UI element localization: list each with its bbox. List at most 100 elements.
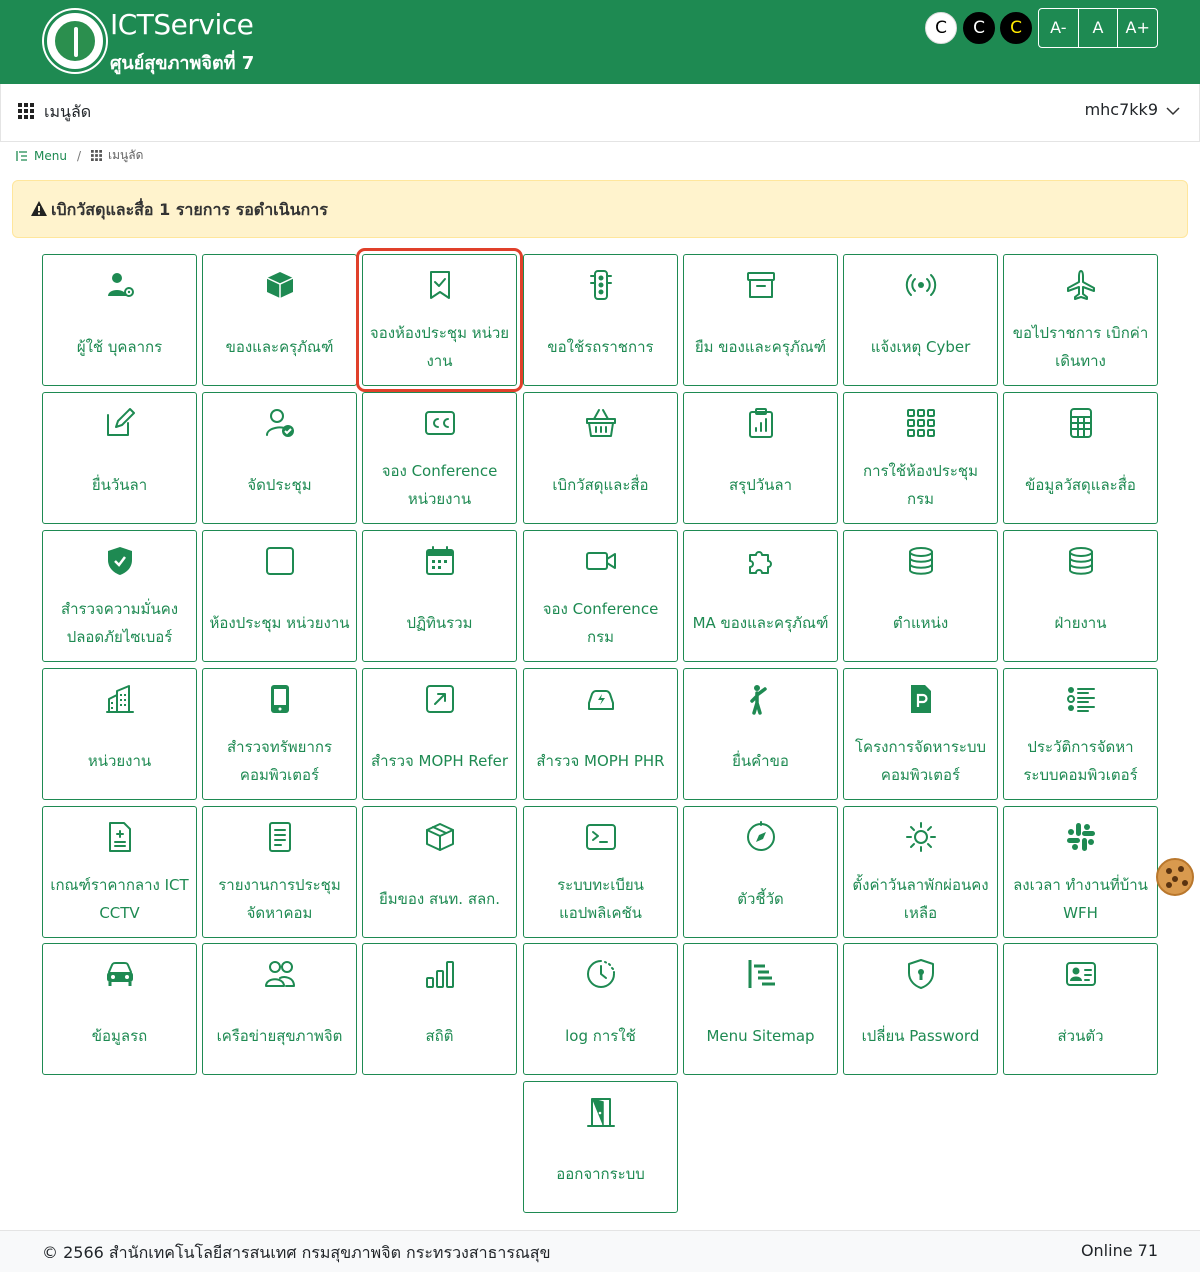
menu-tile[interactable]: จัดประชุม: [202, 392, 357, 524]
menu-tile[interactable]: การใช้ห้องประชุม กรม: [843, 392, 998, 524]
menu-tile[interactable]: ยื่นคำขอ: [683, 668, 838, 800]
font-increase-button[interactable]: A+: [1118, 9, 1157, 47]
menu-tile[interactable]: สถิติ: [362, 943, 517, 1075]
menu-tile[interactable]: จอง Conference หน่วยงาน: [362, 392, 517, 524]
user-check-icon: [266, 409, 294, 437]
square-icon: [266, 547, 294, 575]
menu-tile[interactable]: Menu Sitemap: [683, 943, 838, 1075]
menu-tile[interactable]: โครงการจัดหาระบบคอมพิวเตอร์: [843, 668, 998, 800]
menu-tile-label: ของและครุภัณฑ์: [225, 338, 334, 356]
ministry-logo[interactable]: [44, 10, 106, 72]
chevron-down-icon[interactable]: [1166, 104, 1180, 118]
breadcrumb: Menu / เมนูลัด: [16, 146, 143, 165]
menu-tile-label: เกณฑ์ราคากลาง ICT CCTV: [50, 876, 189, 922]
menu-tile-label: ข้อมูลวัสดุและสื่อ: [1025, 476, 1136, 494]
breadcrumb-separator: /: [76, 148, 81, 163]
menu-tile-label: สถิติ: [425, 1027, 454, 1045]
menu-tile-label: ยืม ของและครุภัณฑ์: [694, 338, 827, 356]
menu-tile[interactable]: ตำแหน่ง: [843, 530, 998, 662]
menu-tile-label: ยืมของ สนท. สลก.: [378, 890, 501, 908]
menu-tile[interactable]: รายงานการประชุม จัดหาคอม: [202, 806, 357, 938]
grid-icon: [907, 409, 935, 437]
menu-tile[interactable]: เครือข่ายสุขภาพจิต: [202, 943, 357, 1075]
alert-text: เบิกวัสดุและสื่อ 1 รายการ รอดำเนินการ: [51, 200, 328, 219]
grid-icon[interactable]: [18, 103, 34, 119]
menu-tile[interactable]: ลงเวลา ทำงานที่บ้าน WFH: [1003, 806, 1158, 938]
nav-title[interactable]: เมนูลัด: [44, 100, 91, 125]
contrast-yellow-button[interactable]: C: [1000, 12, 1032, 44]
menu-tile[interactable]: สำรวจความมั่นคงปลอดภัยไซเบอร์: [42, 530, 197, 662]
menu-tile[interactable]: เกณฑ์ราคากลาง ICT CCTV: [42, 806, 197, 938]
menu-tile[interactable]: สำรวจ MOPH PHR: [523, 668, 678, 800]
font-reset-button[interactable]: A: [1079, 9, 1119, 47]
menu-tile-label: ลงเวลา ทำงานที่บ้าน WFH: [1013, 876, 1148, 922]
menu-tile-label: Menu Sitemap: [706, 1027, 815, 1045]
menu-tile[interactable]: ยื่นวันลา: [42, 392, 197, 524]
menu-tile[interactable]: ประวัติการจัดหาระบบคอมพิวเตอร์: [1003, 668, 1158, 800]
menu-tile[interactable]: ฝ่ายงาน: [1003, 530, 1158, 662]
people-icon: [265, 961, 295, 987]
contrast-default-button[interactable]: C: [925, 12, 957, 44]
menu-tile[interactable]: ส่วนตัว: [1003, 943, 1158, 1075]
user-menu[interactable]: mhc7kk9: [1085, 100, 1158, 119]
menu-tile[interactable]: ข้อมูลรถ: [42, 943, 197, 1075]
menu-tile[interactable]: MA ของและครุภัณฑ์: [683, 530, 838, 662]
menu-tile[interactable]: แจ้งเหตุ Cyber: [843, 254, 998, 386]
menu-tile[interactable]: ขอไปราชการ เบิกค่าเดินทาง: [1003, 254, 1158, 386]
menu-tile-label: ตำแหน่ง: [892, 614, 949, 632]
menu-tile[interactable]: ขอใช้รถราชการ: [523, 254, 678, 386]
menu-tile[interactable]: ปฏิทินรวม: [362, 530, 517, 662]
footer-copyright: © 2566 สำนักเทคโนโลยีสารสนเทศ กรมสุขภาพจ…: [42, 1243, 551, 1262]
menu-tile-label: ยื่นวันลา: [91, 476, 148, 494]
menu-tile-label: สรุปวันลา: [728, 476, 793, 494]
menu-tile-label: สำรวจความมั่นคงปลอดภัยไซเบอร์: [60, 600, 179, 646]
menu-tile[interactable]: ตัวชี้วัด: [683, 806, 838, 938]
menu-tile[interactable]: จองห้องประชุม หน่วยงาน: [356, 248, 523, 392]
building-icon: [106, 685, 134, 713]
menu-tile-label: โครงการจัดหาระบบคอมพิวเตอร์: [854, 738, 987, 784]
menu-tile-label: เครือข่ายสุขภาพจิต: [216, 1027, 343, 1045]
menu-tile[interactable]: ตั้งค่าวันลาพักผ่อนคงเหลือ: [843, 806, 998, 938]
basket-icon: [586, 409, 616, 437]
online-count: Online 71: [1080, 1241, 1158, 1260]
list-icon: [1067, 687, 1095, 712]
ev-car-icon: [588, 690, 614, 710]
menu-tile[interactable]: ข้อมูลวัสดุและสื่อ: [1003, 392, 1158, 524]
menu-tile[interactable]: ยืมของ สนท. สลก.: [362, 806, 517, 938]
device-icon: [271, 685, 289, 713]
menu-tile-label: ยื่นคำขอ: [732, 752, 789, 770]
menu-tile[interactable]: log การใช้: [523, 943, 678, 1075]
pending-alert[interactable]: เบิกวัสดุและสื่อ 1 รายการ รอดำเนินการ: [12, 180, 1188, 238]
menu-tile[interactable]: สำรวจทรัพยากรคอมพิวเตอร์: [202, 668, 357, 800]
brand-title[interactable]: ICTService: [110, 8, 254, 41]
menu-tile[interactable]: สำรวจ MOPH Refer: [362, 668, 517, 800]
menu-tile[interactable]: ผู้ใช้ บุคลากร: [42, 254, 197, 386]
menu-tile-label: ระบบทะเบียนแอปพลิเคชัน: [557, 876, 644, 922]
cookie-icon[interactable]: [1156, 858, 1194, 896]
menu-tile[interactable]: จอง Conference กรม: [523, 530, 678, 662]
menu-tile[interactable]: เปลี่ยน Password: [843, 943, 998, 1075]
menu-tile-label: ข้อมูลรถ: [91, 1027, 148, 1045]
menu-tile[interactable]: ยืม ของและครุภัณฑ์: [683, 254, 838, 386]
font-decrease-button[interactable]: A-: [1039, 9, 1079, 47]
breadcrumb-root[interactable]: Menu: [34, 149, 67, 163]
clock-history-icon: [587, 960, 615, 988]
menu-tile-label: การใช้ห้องประชุม กรม: [863, 462, 978, 508]
database-icon: [1069, 547, 1093, 575]
menu-tile[interactable]: สรุปวันลา: [683, 392, 838, 524]
contrast-dark-button[interactable]: C: [963, 12, 995, 44]
menu-tile[interactable]: ออกจากระบบ: [523, 1081, 678, 1213]
traffic-light-icon: [590, 270, 612, 300]
box-outline-icon: [426, 823, 454, 851]
video-icon: [586, 552, 616, 570]
menu-tile[interactable]: ของและครุภัณฑ์: [202, 254, 357, 386]
menu-tile[interactable]: หน่วยงาน: [42, 668, 197, 800]
menu-tile[interactable]: ห้องประชุม หน่วยงาน: [202, 530, 357, 662]
menu-tile[interactable]: เบิกวัสดุและสื่อ: [523, 392, 678, 524]
menu-tile-label: รายงานการประชุม จัดหาคอม: [218, 876, 341, 922]
compass-icon: [747, 821, 775, 851]
person-raise-icon: [750, 685, 767, 715]
menu-tile-label: หน่วยงาน: [87, 752, 152, 770]
menu-tile-label: ขอไปราชการ เบิกค่าเดินทาง: [1012, 324, 1149, 370]
menu-tile[interactable]: ระบบทะเบียนแอปพลิเคชัน: [523, 806, 678, 938]
